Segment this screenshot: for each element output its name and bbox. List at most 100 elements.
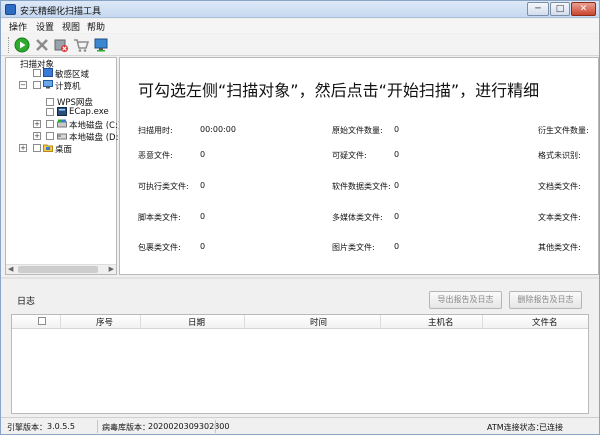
- stat-value-multimedia: 0: [394, 212, 400, 221]
- column-divider: [244, 315, 245, 328]
- minimize-button[interactable]: ─: [527, 2, 549, 16]
- tree-checkbox-computer[interactable]: [33, 81, 41, 89]
- atm-status-label: ATM连接状态：: [487, 423, 544, 432]
- exe-icon: [57, 107, 67, 116]
- stat-label-archive: 包裹类文件:: [138, 243, 181, 252]
- window-title: 安天精细化扫描工具: [20, 7, 102, 17]
- stat-value-image: 0: [394, 242, 400, 251]
- stat-value-scan-time: 00:00:00: [200, 125, 236, 134]
- stat-value-original-files: 0: [394, 125, 400, 134]
- tree-checkbox-disk-d[interactable]: [46, 132, 54, 140]
- stat-label-suspicious: 可疑文件:: [332, 151, 367, 160]
- tree-horizontal-scrollbar[interactable]: ◀ ▶: [6, 264, 116, 274]
- column-divider: [380, 315, 381, 328]
- virus-db-version-label: 病毒库版本：: [102, 423, 150, 432]
- stat-label-document: 文档类文件:: [538, 182, 581, 191]
- column-header-date[interactable]: 日期: [188, 316, 205, 328]
- column-header-time[interactable]: 时间: [310, 316, 327, 328]
- column-divider: [60, 315, 61, 328]
- tree-checkbox-disk-c[interactable]: [46, 120, 54, 128]
- tree-checkbox-ecap[interactable]: [46, 108, 54, 116]
- cart-icon[interactable]: [73, 37, 89, 53]
- scroll-right-icon[interactable]: ▶: [109, 265, 114, 273]
- column-header-hostname[interactable]: 主机名: [428, 316, 454, 328]
- stat-label-scan-time: 扫描用时:: [138, 126, 173, 135]
- delete-icon[interactable]: [53, 37, 69, 53]
- panel-splitter[interactable]: [1, 277, 599, 279]
- column-header-filename[interactable]: 文件名: [532, 316, 558, 328]
- delete-report-button[interactable]: 删除报告及日志: [509, 291, 582, 309]
- maximize-button[interactable]: □: [550, 2, 570, 16]
- tree-expand-disk-d[interactable]: +: [33, 132, 41, 140]
- app-logo-icon: [5, 4, 16, 15]
- log-select-all-checkbox[interactable]: [38, 317, 46, 325]
- stat-label-unrecognized: 格式未识别:: [538, 151, 581, 160]
- column-divider: [482, 315, 483, 328]
- scan-summary-panel: 可勾选左侧“扫描对象”，然后点击“开始扫描”，进行精细 扫描用时: 00:00:…: [119, 57, 599, 275]
- menu-bar: 操作 设置 视图 帮助: [1, 19, 599, 33]
- status-separator: [215, 420, 216, 433]
- start-scan-icon[interactable]: [14, 37, 30, 53]
- stat-value-suspicious: 0: [394, 150, 400, 159]
- export-report-button[interactable]: 导出报告及日志: [429, 291, 502, 309]
- log-table: 序号 日期 时间 主机名 文件名: [11, 314, 589, 414]
- scrollbar-thumb[interactable]: [18, 266, 98, 273]
- status-separator: [97, 420, 98, 433]
- stat-label-multimedia: 多媒体类文件:: [332, 213, 383, 222]
- computer-icon: [43, 80, 53, 89]
- tree-expand-desktop[interactable]: +: [19, 144, 27, 152]
- stat-label-derived-files: 衍生文件数量:: [538, 126, 589, 135]
- stat-value-malicious: 0: [200, 150, 206, 159]
- tree-checkbox-desktop[interactable]: [33, 144, 41, 152]
- tree-collapse-computer[interactable]: −: [19, 81, 27, 89]
- engine-version-value: 3.0.5.5: [47, 422, 75, 431]
- toolbar-grip: [8, 37, 10, 53]
- title-bar: 安天精细化扫描工具 ─ □ ✕: [1, 1, 599, 18]
- menu-operation[interactable]: 操作: [9, 20, 27, 33]
- log-table-header: 序号 日期 时间 主机名 文件名: [12, 315, 588, 329]
- desktop-folder-icon: [43, 144, 53, 152]
- stat-label-other: 其他类文件:: [538, 243, 581, 252]
- column-divider: [140, 315, 141, 328]
- tree-item-sensitive-area[interactable]: 敏感区域: [55, 68, 89, 80]
- scroll-left-icon[interactable]: ◀: [8, 265, 13, 273]
- stat-value-executable: 0: [200, 181, 206, 190]
- stat-label-executable: 可执行类文件:: [138, 182, 189, 191]
- tree-expand-disk-c[interactable]: +: [33, 120, 41, 128]
- stat-value-archive: 0: [200, 242, 206, 251]
- tree-checkbox-sensitive[interactable]: [33, 69, 41, 77]
- toolbar: [1, 34, 599, 56]
- local-disk-d-icon: [57, 133, 67, 140]
- engine-version-label: 引擎版本：: [7, 423, 47, 432]
- column-header-index[interactable]: 序号: [96, 316, 113, 328]
- app-window: 安天精细化扫描工具 ─ □ ✕ 操作 设置 视图 帮助 扫描对象 敏感区域 − …: [0, 0, 600, 435]
- stat-value-script: 0: [200, 212, 206, 221]
- tree-item-disk-d[interactable]: 本地磁盘 (D:): [69, 131, 122, 143]
- stat-label-software-data: 软件数据类文件:: [332, 182, 391, 191]
- stat-label-malicious: 恶意文件:: [138, 151, 173, 160]
- virus-db-version-value: 2020020309302800: [148, 422, 230, 431]
- tree-item-desktop[interactable]: 桌面: [55, 143, 72, 155]
- menu-settings[interactable]: 设置: [36, 20, 54, 33]
- tree-item-disk-c[interactable]: 本地磁盘 (C:): [69, 119, 121, 131]
- menu-help[interactable]: 帮助: [87, 20, 105, 33]
- tree-item-computer[interactable]: 计算机: [55, 80, 81, 92]
- stat-label-original-files: 原始文件数量:: [332, 126, 383, 135]
- menu-view[interactable]: 视图: [62, 20, 80, 33]
- stat-value-software-data: 0: [394, 181, 400, 190]
- scan-hint-text: 可勾选左侧“扫描对象”，然后点击“开始扫描”，进行精细: [138, 81, 540, 100]
- stat-label-script: 脚本类文件:: [138, 213, 181, 222]
- atm-status-value: 已连接: [539, 423, 563, 432]
- monitor-icon[interactable]: [93, 37, 109, 53]
- tree-checkbox-wps[interactable]: [46, 98, 54, 106]
- local-disk-c-icon: [57, 119, 67, 128]
- tree-item-ecap[interactable]: ECap.exe: [69, 107, 109, 117]
- sensitive-area-icon: [43, 68, 53, 77]
- close-button[interactable]: ✕: [571, 2, 596, 16]
- log-section-title: 日志: [17, 297, 36, 307]
- stat-label-text: 文本类文件:: [538, 213, 581, 222]
- status-bar: 引擎版本： 3.0.5.5 病毒库版本： 2020020309302800 AT…: [1, 417, 599, 434]
- stop-scan-icon[interactable]: [34, 37, 50, 53]
- scan-target-tree: 扫描对象 敏感区域 − 计算机 WPS网盘 ECap.exe + 本地磁盘 (C…: [5, 57, 122, 275]
- stat-label-image: 图片类文件:: [332, 243, 375, 252]
